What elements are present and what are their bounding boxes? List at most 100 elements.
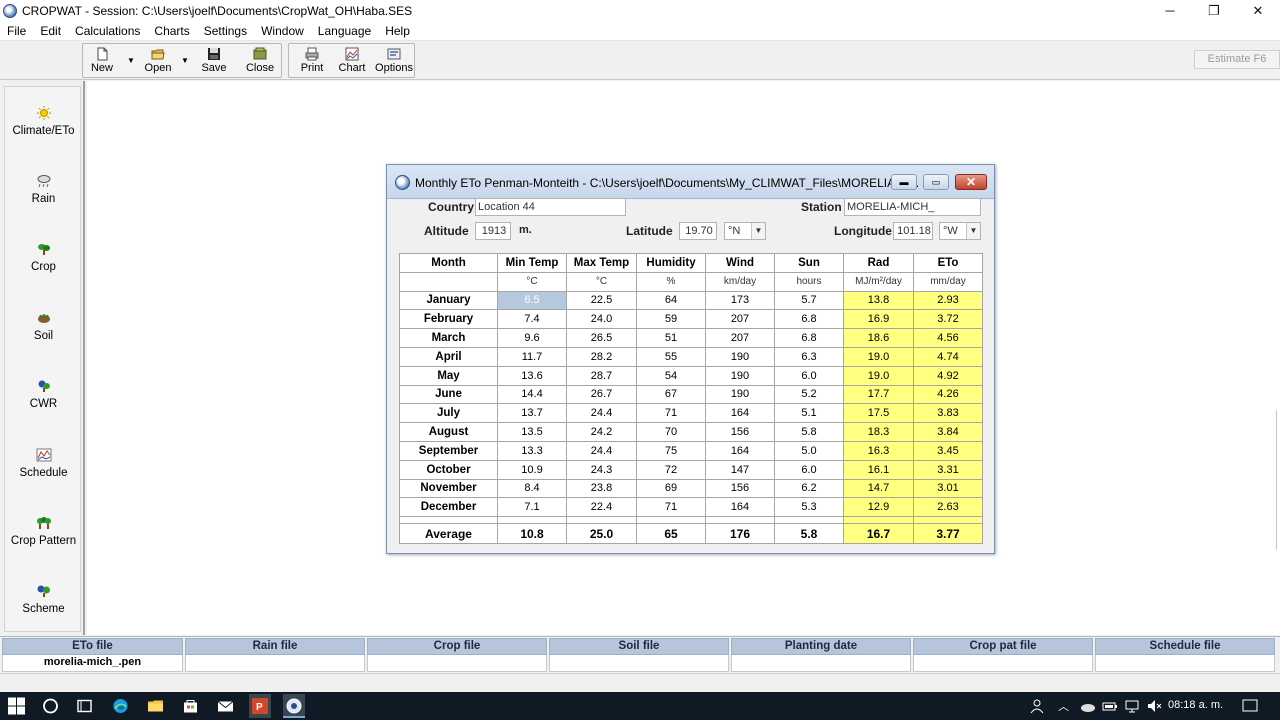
- latitude-field[interactable]: 19.70: [679, 222, 717, 240]
- menu-charts[interactable]: Charts: [147, 24, 196, 38]
- data-cell[interactable]: 207: [705, 309, 775, 330]
- sidebar-item-cwr[interactable]: CWR: [5, 378, 82, 410]
- data-cell[interactable]: 26.5: [566, 328, 637, 348]
- file-slot-value[interactable]: [367, 655, 547, 672]
- minimize-button[interactable]: ─: [1148, 0, 1192, 21]
- data-cell[interactable]: 5.0: [774, 440, 844, 461]
- menu-language[interactable]: Language: [311, 24, 378, 38]
- data-cell[interactable]: 3.01: [913, 478, 983, 499]
- data-cell[interactable]: 7.1: [497, 497, 567, 518]
- data-cell[interactable]: 6.8: [774, 328, 844, 348]
- data-cell[interactable]: 5.2: [774, 384, 844, 405]
- data-cell[interactable]: 13.7: [497, 403, 567, 424]
- data-cell[interactable]: 4.92: [913, 365, 983, 386]
- edge-browser-icon[interactable]: [112, 697, 129, 715]
- data-cell[interactable]: 28.2: [566, 346, 637, 367]
- menu-calculations[interactable]: Calculations: [68, 24, 147, 38]
- data-cell[interactable]: 14.7: [843, 478, 914, 499]
- windows-start-icon[interactable]: [8, 697, 25, 715]
- child-window-icon[interactable]: [395, 175, 410, 190]
- network-icon[interactable]: [1124, 697, 1140, 715]
- chevron-down-icon[interactable]: ▼: [966, 223, 980, 239]
- data-cell[interactable]: 156: [705, 422, 775, 442]
- estimate-button[interactable]: Estimate F6: [1194, 50, 1280, 69]
- data-cell[interactable]: 147: [705, 459, 775, 480]
- data-cell[interactable]: 71: [636, 403, 706, 424]
- file-explorer-icon[interactable]: [147, 697, 164, 715]
- planting-date-slot[interactable]: Planting date: [731, 638, 911, 672]
- data-cell[interactable]: 2.93: [913, 290, 983, 311]
- mail-icon[interactable]: [217, 697, 234, 715]
- file-slot-value[interactable]: [731, 655, 911, 672]
- data-cell[interactable]: 6.0: [774, 365, 844, 386]
- crop-pattern-file-slot[interactable]: Crop pat file: [913, 638, 1093, 672]
- data-cell[interactable]: 18.3: [843, 422, 914, 442]
- file-slot-value[interactable]: [185, 655, 365, 672]
- data-cell[interactable]: 8.4: [497, 478, 567, 499]
- data-cell[interactable]: 75: [636, 440, 706, 461]
- data-cell[interactable]: 190: [705, 384, 775, 405]
- data-cell[interactable]: 70: [636, 422, 706, 442]
- data-cell[interactable]: 11.7: [497, 346, 567, 367]
- menu-window[interactable]: Window: [254, 24, 311, 38]
- data-cell[interactable]: 28.7: [566, 365, 637, 386]
- powerpoint-taskbar-button[interactable]: P: [249, 694, 271, 718]
- data-cell[interactable]: 190: [705, 365, 775, 386]
- data-cell[interactable]: 24.0: [566, 309, 637, 330]
- sidebar-item-scheme[interactable]: Scheme: [5, 583, 82, 615]
- data-cell[interactable]: 5.8: [774, 422, 844, 442]
- close-button[interactable]: ✕: [1236, 0, 1280, 21]
- task-view-icon[interactable]: [76, 697, 93, 715]
- data-cell[interactable]: 164: [705, 403, 775, 424]
- altitude-field[interactable]: 1913: [475, 222, 511, 240]
- chart-button[interactable]: Chart: [335, 44, 369, 78]
- data-cell[interactable]: 5.1: [774, 403, 844, 424]
- data-cell[interactable]: 16.3: [843, 440, 914, 461]
- open-dropdown-icon[interactable]: ▼: [181, 56, 189, 65]
- data-cell[interactable]: 14.4: [497, 384, 567, 405]
- battery-icon[interactable]: [1102, 697, 1118, 715]
- data-cell[interactable]: 4.26: [913, 384, 983, 405]
- taskbar-clock[interactable]: 08:18 a. m.: [1168, 699, 1223, 711]
- longitude-field[interactable]: 101.18: [893, 222, 933, 240]
- data-cell[interactable]: 12.9: [843, 497, 914, 518]
- onedrive-icon[interactable]: [1080, 697, 1096, 715]
- menu-settings[interactable]: Settings: [197, 24, 254, 38]
- data-cell[interactable]: 24.4: [566, 440, 637, 461]
- cropwat-taskbar-button[interactable]: [283, 694, 305, 718]
- data-cell[interactable]: 17.5: [843, 403, 914, 424]
- chevron-down-icon[interactable]: ▼: [751, 223, 765, 239]
- data-cell[interactable]: 24.3: [566, 459, 637, 480]
- rain-file-slot[interactable]: Rain file: [185, 638, 365, 672]
- data-cell[interactable]: 3.45: [913, 440, 983, 461]
- data-cell[interactable]: 64: [636, 290, 706, 311]
- data-cell[interactable]: 190: [705, 346, 775, 367]
- data-cell[interactable]: 13.3: [497, 440, 567, 461]
- search-icon[interactable]: [42, 697, 59, 715]
- data-cell[interactable]: 23.8: [566, 478, 637, 499]
- data-cell[interactable]: 17.7: [843, 384, 914, 405]
- data-cell[interactable]: 6.2: [774, 478, 844, 499]
- data-cell[interactable]: 13.6: [497, 365, 567, 386]
- data-cell[interactable]: 6.0: [774, 459, 844, 480]
- data-cell[interactable]: 16.1: [843, 459, 914, 480]
- data-cell[interactable]: 156: [705, 478, 775, 499]
- data-cell[interactable]: 51: [636, 328, 706, 348]
- data-cell[interactable]: 164: [705, 440, 775, 461]
- data-cell[interactable]: 71: [636, 497, 706, 518]
- data-cell[interactable]: 6.5: [497, 290, 567, 311]
- new-button[interactable]: New: [87, 44, 117, 78]
- open-button[interactable]: Open: [141, 44, 175, 78]
- child-minimize-button[interactable]: ▬: [891, 174, 917, 190]
- new-dropdown-icon[interactable]: ▼: [127, 56, 135, 65]
- eto-file-slot[interactable]: ETo file morelia-mich_.pen: [2, 638, 183, 672]
- child-maximize-button[interactable]: ▭: [923, 174, 949, 190]
- sidebar-item-crop-pattern[interactable]: Crop Pattern: [5, 515, 82, 547]
- longitude-direction-select[interactable]: °W ▼: [939, 222, 981, 240]
- save-button[interactable]: Save: [197, 44, 231, 78]
- schedule-file-slot[interactable]: Schedule file: [1095, 638, 1275, 672]
- data-cell[interactable]: 13.8: [843, 290, 914, 311]
- sidebar-item-soil[interactable]: Soil: [5, 310, 82, 342]
- country-field[interactable]: Location 44: [475, 198, 626, 216]
- sidebar-item-climate-eto[interactable]: Climate/ETo: [5, 105, 82, 137]
